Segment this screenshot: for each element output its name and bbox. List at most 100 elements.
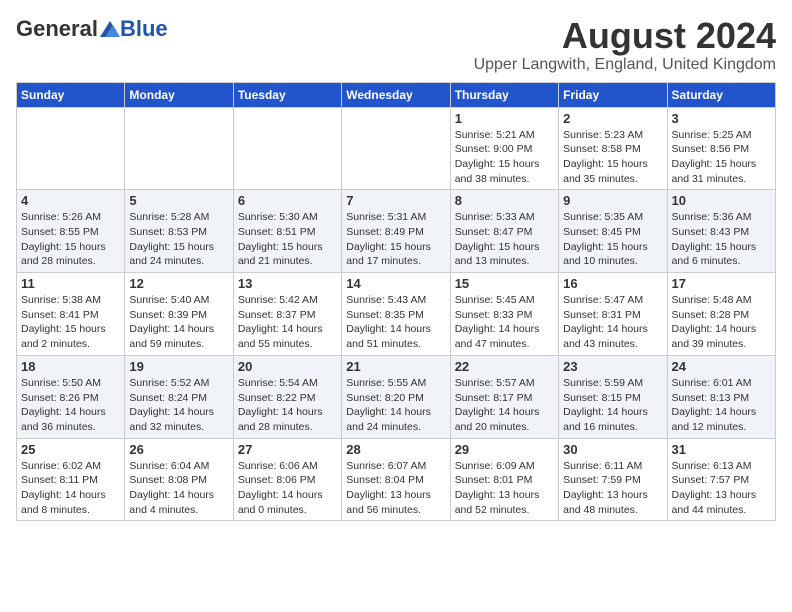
- calendar-cell: 20 Sunrise: 5:54 AM Sunset: 8:22 PM Dayli…: [233, 355, 341, 438]
- calendar-cell: 29Sunrise: 6:09 AM Sunset: 8:01 PM Dayli…: [450, 438, 558, 521]
- day-number: 15: [455, 276, 554, 291]
- calendar-cell: 3 Sunrise: 5:25 AM Sunset: 8:56 PM Daylig…: [667, 107, 775, 190]
- cell-content: Sunrise: 5:43 AM Sunset: 8:35 PM Dayligh…: [346, 293, 445, 352]
- day-number: 20: [238, 359, 337, 374]
- calendar-week-row: 1 Sunrise: 5:21 AM Sunset: 9:00 PM Daylig…: [17, 107, 776, 190]
- cell-content: Sunrise: 5:38 AM Sunset: 8:41 PM Dayligh…: [21, 293, 120, 352]
- calendar-cell: [17, 107, 125, 190]
- calendar-cell: 22 Sunrise: 5:57 AM Sunset: 8:17 PM Dayli…: [450, 355, 558, 438]
- cell-content: Sunrise: 5:31 AM Sunset: 8:49 PM Dayligh…: [346, 210, 445, 269]
- cell-content: Sunrise: 5:57 AM Sunset: 8:17 PM Dayligh…: [455, 376, 554, 435]
- calendar-header-row: SundayMondayTuesdayWednesdayThursdayFrid…: [17, 82, 776, 107]
- calendar-cell: 21 Sunrise: 5:55 AM Sunset: 8:20 PM Dayli…: [342, 355, 450, 438]
- calendar-cell: [342, 107, 450, 190]
- col-header-tuesday: Tuesday: [233, 82, 341, 107]
- logo-general-text: General: [16, 16, 98, 42]
- calendar-cell: 23Sunrise: 5:59 AM Sunset: 8:15 PM Dayli…: [559, 355, 667, 438]
- day-number: 22: [455, 359, 554, 374]
- cell-content: Sunrise: 5:30 AM Sunset: 8:51 PM Dayligh…: [238, 210, 337, 269]
- cell-content: Sunrise: 5:26 AM Sunset: 8:55 PM Dayligh…: [21, 210, 120, 269]
- calendar-cell: 5 Sunrise: 5:28 AM Sunset: 8:53 PM Daylig…: [125, 190, 233, 273]
- day-number: 24: [672, 359, 771, 374]
- calendar-cell: [125, 107, 233, 190]
- day-number: 11: [21, 276, 120, 291]
- day-number: 25: [21, 442, 120, 457]
- cell-content: Sunrise: 5:40 AM Sunset: 8:39 PM Dayligh…: [129, 293, 228, 352]
- day-number: 29: [455, 442, 554, 457]
- calendar-cell: 7 Sunrise: 5:31 AM Sunset: 8:49 PM Daylig…: [342, 190, 450, 273]
- calendar-cell: [233, 107, 341, 190]
- cell-content: Sunrise: 5:55 AM Sunset: 8:20 PM Dayligh…: [346, 376, 445, 435]
- cell-content: Sunrise: 5:33 AM Sunset: 8:47 PM Dayligh…: [455, 210, 554, 269]
- calendar-cell: 16 Sunrise: 5:47 AM Sunset: 8:31 PM Dayli…: [559, 273, 667, 356]
- calendar-cell: 26Sunrise: 6:04 AM Sunset: 8:08 PM Dayli…: [125, 438, 233, 521]
- col-header-friday: Friday: [559, 82, 667, 107]
- cell-content: Sunrise: 6:13 AM Sunset: 7:57 PM Dayligh…: [672, 459, 771, 518]
- cell-content: Sunrise: 6:02 AM Sunset: 8:11 PM Dayligh…: [21, 459, 120, 518]
- calendar-week-row: 18 Sunrise: 5:50 AM Sunset: 8:26 PM Dayli…: [17, 355, 776, 438]
- calendar-cell: 18 Sunrise: 5:50 AM Sunset: 8:26 PM Dayli…: [17, 355, 125, 438]
- logo-blue-text: Blue: [120, 16, 168, 42]
- col-header-saturday: Saturday: [667, 82, 775, 107]
- cell-content: Sunrise: 5:28 AM Sunset: 8:53 PM Dayligh…: [129, 210, 228, 269]
- day-number: 18: [21, 359, 120, 374]
- calendar-week-row: 4 Sunrise: 5:26 AM Sunset: 8:55 PM Daylig…: [17, 190, 776, 273]
- calendar-cell: 19 Sunrise: 5:52 AM Sunset: 8:24 PM Dayli…: [125, 355, 233, 438]
- calendar-table: SundayMondayTuesdayWednesdayThursdayFrid…: [16, 82, 776, 522]
- day-number: 5: [129, 193, 228, 208]
- calendar-cell: 27 Sunrise: 6:06 AM Sunset: 8:06 PM Dayli…: [233, 438, 341, 521]
- calendar-cell: 11 Sunrise: 5:38 AM Sunset: 8:41 PM Dayli…: [17, 273, 125, 356]
- day-number: 4: [21, 193, 120, 208]
- cell-content: Sunrise: 5:52 AM Sunset: 8:24 PM Dayligh…: [129, 376, 228, 435]
- day-number: 19: [129, 359, 228, 374]
- day-number: 30: [563, 442, 662, 457]
- calendar-cell: 6 Sunrise: 5:30 AM Sunset: 8:51 PM Daylig…: [233, 190, 341, 273]
- calendar-week-row: 25 Sunrise: 6:02 AM Sunset: 8:11 PM Dayli…: [17, 438, 776, 521]
- cell-content: Sunrise: 5:35 AM Sunset: 8:45 PM Dayligh…: [563, 210, 662, 269]
- col-header-monday: Monday: [125, 82, 233, 107]
- calendar-cell: 1 Sunrise: 5:21 AM Sunset: 9:00 PM Daylig…: [450, 107, 558, 190]
- day-number: 3: [672, 111, 771, 126]
- calendar-cell: 13 Sunrise: 5:42 AM Sunset: 8:37 PM Dayli…: [233, 273, 341, 356]
- month-year-title: August 2024: [474, 16, 776, 56]
- title-area: August 2024 Upper Langwith, England, Uni…: [474, 16, 776, 74]
- cell-content: Sunrise: 5:21 AM Sunset: 9:00 PM Dayligh…: [455, 128, 554, 187]
- day-number: 6: [238, 193, 337, 208]
- calendar-cell: 25 Sunrise: 6:02 AM Sunset: 8:11 PM Dayli…: [17, 438, 125, 521]
- day-number: 7: [346, 193, 445, 208]
- cell-content: Sunrise: 6:01 AM Sunset: 8:13 PM Dayligh…: [672, 376, 771, 435]
- cell-content: Sunrise: 6:06 AM Sunset: 8:06 PM Dayligh…: [238, 459, 337, 518]
- calendar-cell: 30Sunrise: 6:11 AM Sunset: 7:59 PM Dayli…: [559, 438, 667, 521]
- day-number: 16: [563, 276, 662, 291]
- cell-content: Sunrise: 5:47 AM Sunset: 8:31 PM Dayligh…: [563, 293, 662, 352]
- cell-content: Sunrise: 5:50 AM Sunset: 8:26 PM Dayligh…: [21, 376, 120, 435]
- day-number: 12: [129, 276, 228, 291]
- calendar-cell: 15 Sunrise: 5:45 AM Sunset: 8:33 PM Dayli…: [450, 273, 558, 356]
- col-header-wednesday: Wednesday: [342, 82, 450, 107]
- day-number: 28: [346, 442, 445, 457]
- calendar-cell: 24 Sunrise: 6:01 AM Sunset: 8:13 PM Dayli…: [667, 355, 775, 438]
- col-header-thursday: Thursday: [450, 82, 558, 107]
- location-subtitle: Upper Langwith, England, United Kingdom: [474, 56, 776, 74]
- day-number: 14: [346, 276, 445, 291]
- cell-content: Sunrise: 5:45 AM Sunset: 8:33 PM Dayligh…: [455, 293, 554, 352]
- cell-content: Sunrise: 6:07 AM Sunset: 8:04 PM Dayligh…: [346, 459, 445, 518]
- calendar-cell: 2Sunrise: 5:23 AM Sunset: 8:58 PM Daylig…: [559, 107, 667, 190]
- calendar-cell: 12 Sunrise: 5:40 AM Sunset: 8:39 PM Dayli…: [125, 273, 233, 356]
- day-number: 21: [346, 359, 445, 374]
- day-number: 17: [672, 276, 771, 291]
- cell-content: Sunrise: 5:42 AM Sunset: 8:37 PM Dayligh…: [238, 293, 337, 352]
- calendar-cell: 14 Sunrise: 5:43 AM Sunset: 8:35 PM Dayli…: [342, 273, 450, 356]
- cell-content: Sunrise: 5:25 AM Sunset: 8:56 PM Dayligh…: [672, 128, 771, 187]
- day-number: 27: [238, 442, 337, 457]
- calendar-week-row: 11 Sunrise: 5:38 AM Sunset: 8:41 PM Dayli…: [17, 273, 776, 356]
- calendar-cell: 9Sunrise: 5:35 AM Sunset: 8:45 PM Daylig…: [559, 190, 667, 273]
- day-number: 1: [455, 111, 554, 126]
- day-number: 13: [238, 276, 337, 291]
- day-number: 26: [129, 442, 228, 457]
- cell-content: Sunrise: 5:54 AM Sunset: 8:22 PM Dayligh…: [238, 376, 337, 435]
- calendar-cell: 31 Sunrise: 6:13 AM Sunset: 7:57 PM Dayli…: [667, 438, 775, 521]
- day-number: 31: [672, 442, 771, 457]
- day-number: 8: [455, 193, 554, 208]
- logo-icon: [100, 21, 120, 37]
